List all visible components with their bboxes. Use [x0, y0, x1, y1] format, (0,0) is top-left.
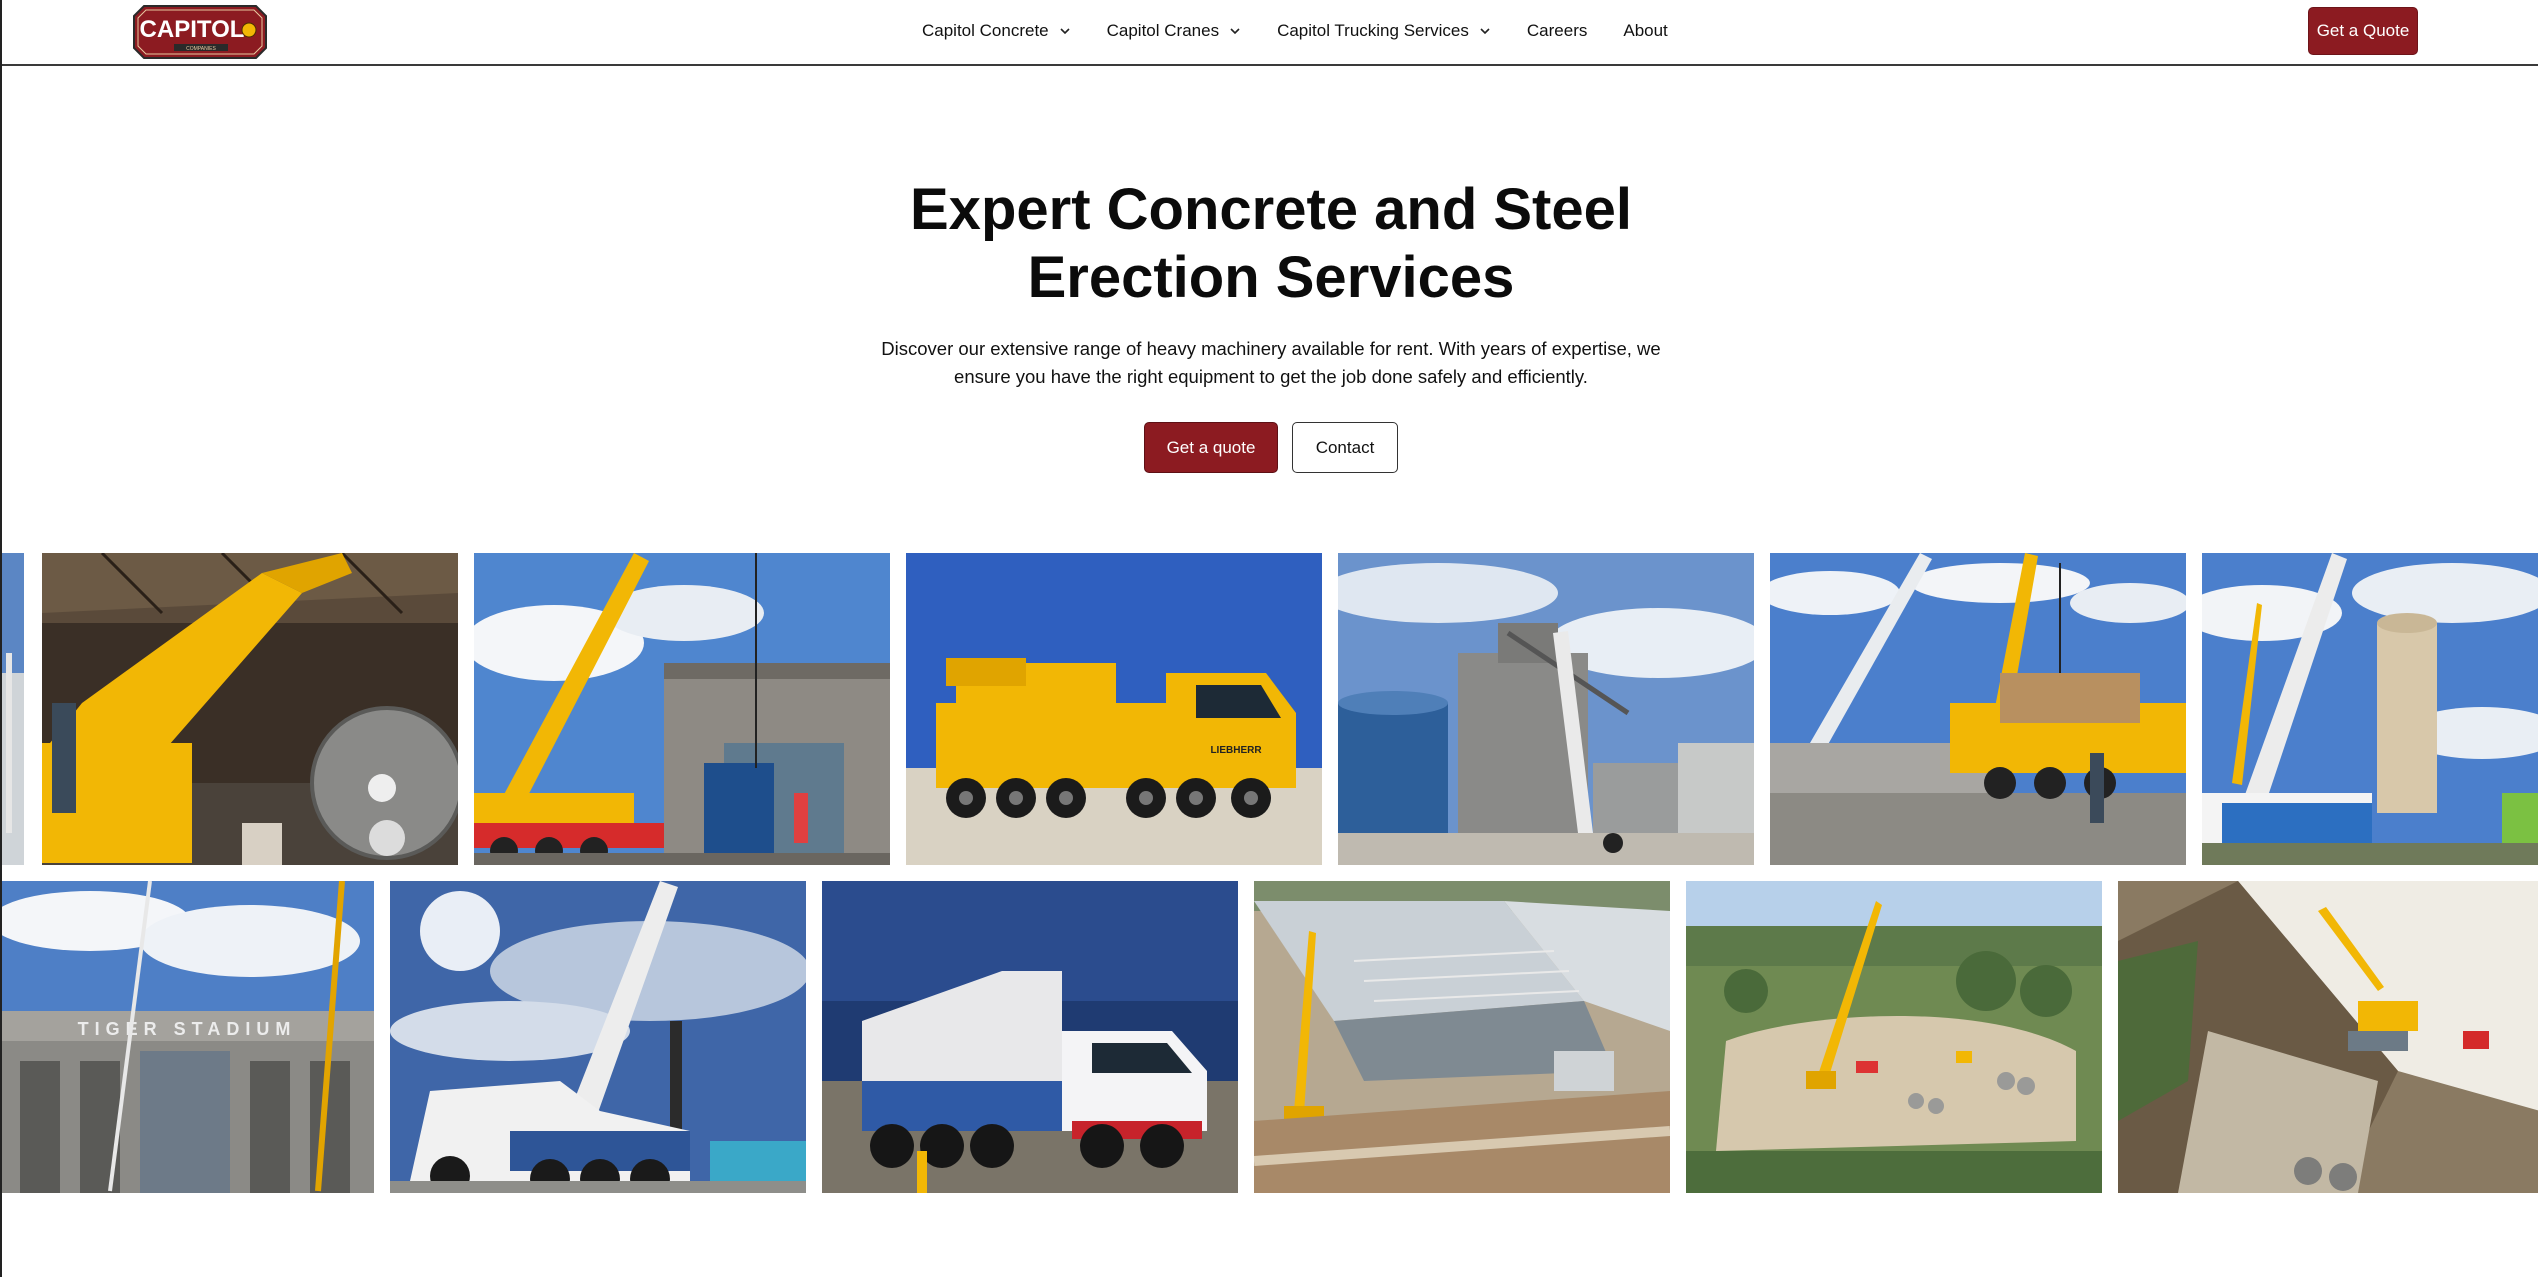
gallery-photo-partial-left	[2, 553, 24, 865]
gallery-photo-crane-warehouse-tank	[42, 553, 458, 865]
nav-label: Capitol Cranes	[1106, 21, 1220, 40]
get-a-quote-button[interactable]: Get a Quote	[2308, 7, 2418, 55]
nav-label: Capitol Concrete	[922, 21, 1049, 40]
page: CAPITOL COMPANIES Capitol Concrete Capit…	[0, 0, 2538, 1277]
hero-description-line-2: ensure you have the right equipment to g…	[954, 366, 1588, 387]
nav-item-capitol-concrete[interactable]: Capitol Concrete	[922, 21, 1071, 41]
nav-item-about[interactable]: About	[1623, 21, 1667, 41]
gallery-photo-cranes-concrete-block	[1770, 553, 2186, 865]
gallery-photo-aerial-excavation	[2118, 881, 2538, 1193]
site-header: CAPITOL COMPANIES Capitol Concrete Capit…	[2, 0, 2538, 66]
gallery-photo-white-crane-sun	[390, 881, 806, 1193]
nav-item-capitol-trucking[interactable]: Capitol Trucking Services	[1277, 21, 1491, 41]
chevron-down-icon	[1480, 28, 1490, 35]
get-a-quote-hero-button[interactable]: Get a quote	[1144, 422, 1278, 473]
stadium-sign-text: TIGER STADIUM	[78, 1019, 297, 1039]
hero-description-line-1: Discover our extensive range of heavy ma…	[881, 338, 1661, 359]
gallery-photo-crane-blue-tank	[474, 553, 890, 865]
hero-title: Expert Concrete and Steel Erection Servi…	[2, 176, 2538, 312]
nav-label: Careers	[1526, 21, 1588, 40]
chevron-down-icon	[1230, 28, 1240, 35]
gallery-photo-white-crane-truck-dusk	[822, 881, 1238, 1193]
gallery-photo-aerial-steel-frame	[1254, 881, 1670, 1193]
nav-label: Capitol Trucking Services	[1277, 21, 1469, 40]
hero-description: Discover our extensive range of heavy ma…	[871, 335, 1671, 391]
gallery-photo-aerial-crane-site	[1686, 881, 2102, 1193]
gallery-photo-liebherr-truck: LIEBHERR	[906, 553, 1322, 865]
gallery-photo-grain-silo-crane	[1338, 553, 1754, 865]
truck-brand-text: LIEBHERR	[1210, 745, 1262, 756]
chevron-down-icon	[1060, 28, 1070, 35]
gallery-photo-white-crane-silo	[2202, 553, 2538, 865]
main-nav: Capitol Concrete Capitol Cranes Capitol …	[922, 0, 1704, 62]
contact-button[interactable]: Contact	[1292, 422, 1398, 473]
hero-buttons: Get a quote Contact	[2, 422, 2538, 473]
nav-label: About	[1623, 21, 1668, 40]
hero-title-line-1: Expert Concrete and Steel	[910, 177, 1632, 242]
nav-item-capitol-cranes[interactable]: Capitol Cranes	[1107, 21, 1241, 41]
nav-item-careers[interactable]: Careers	[1527, 21, 1587, 41]
hero-title-line-2: Erection Services	[1027, 245, 1515, 310]
logo-text: CAPITOL	[140, 16, 245, 43]
gallery-photo-tiger-stadium: TIGER STADIUM	[2, 881, 374, 1193]
logo-subtext: COMPANIES	[186, 46, 216, 52]
capitol-logo[interactable]: CAPITOL COMPANIES	[130, 4, 270, 60]
